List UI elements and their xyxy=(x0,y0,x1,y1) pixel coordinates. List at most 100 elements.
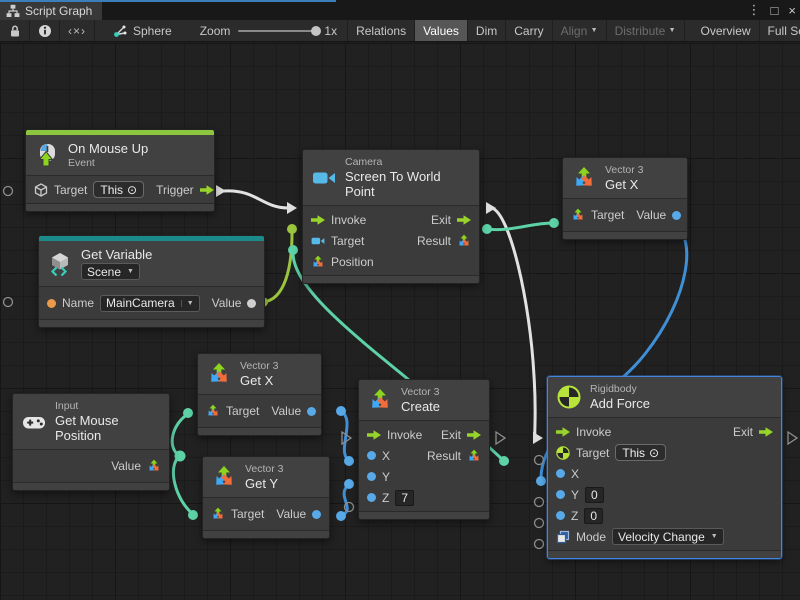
zoom-slider[interactable] xyxy=(238,30,316,32)
node-title: On Mouse Up xyxy=(68,141,148,156)
tab-script-graph[interactable]: Script Graph xyxy=(0,2,102,20)
value-port[interactable] xyxy=(307,407,316,416)
port-addforce-target-empty[interactable] xyxy=(535,456,544,465)
port-addforce-z-empty[interactable] xyxy=(535,519,544,528)
lock-button[interactable] xyxy=(0,20,30,41)
camera-icon xyxy=(312,166,336,190)
port-mouse-value-out[interactable] xyxy=(175,451,186,462)
relations-button[interactable]: Relations xyxy=(348,20,415,41)
y-port[interactable] xyxy=(367,472,376,481)
port-addforce-exit-empty[interactable] xyxy=(788,432,797,444)
wire-mouse-to-gety-target[interactable] xyxy=(173,456,193,514)
node-get-mouse-position[interactable]: Input Get Mouse Position Value xyxy=(12,393,170,491)
code-view-button[interactable]: ‹×› xyxy=(60,20,95,41)
vector3-port-icon[interactable] xyxy=(211,507,225,521)
invoke-port-icon[interactable] xyxy=(311,215,325,225)
node-vector3-get-x-top[interactable]: Vector 3 Get X Target Value xyxy=(562,157,688,240)
vector3-port-icon[interactable] xyxy=(147,459,161,473)
graph-breadcrumb[interactable]: Sphere xyxy=(103,20,182,41)
port-getxtop-target-in[interactable] xyxy=(549,218,559,228)
node-screen-to-world-point[interactable]: Camera Screen To World Point Invoke Exit… xyxy=(302,149,480,284)
port-camera-target-in[interactable] xyxy=(287,224,297,234)
port-mouseup-self-empty[interactable] xyxy=(4,187,13,196)
port-addforce-x-in[interactable] xyxy=(536,476,546,486)
graph-canvas[interactable]: On Mouse Up Event Target This ⊙ Trigger xyxy=(0,43,800,600)
x-port[interactable] xyxy=(367,451,376,460)
port-camera-exit-out[interactable] xyxy=(486,202,496,214)
z-value-field[interactable]: 0 xyxy=(584,508,603,524)
trigger-port-icon[interactable] xyxy=(200,185,214,195)
dim-button[interactable]: Dim xyxy=(468,20,506,41)
z-port[interactable] xyxy=(367,493,376,502)
port-create-exit-empty[interactable] xyxy=(496,432,505,444)
scope-label: Scene xyxy=(87,265,121,279)
node-add-force[interactable]: Rigidbody Add Force Invoke Exit Target T… xyxy=(547,376,782,559)
menu-icon[interactable]: ⋮ xyxy=(748,2,761,18)
align-button[interactable]: Align ▼ xyxy=(553,20,607,41)
target-this-chip[interactable]: This ⊙ xyxy=(615,444,666,461)
vector3-port-icon[interactable] xyxy=(571,208,585,222)
carry-button[interactable]: Carry xyxy=(506,20,552,41)
port-create-x-in[interactable] xyxy=(344,456,354,466)
value-port[interactable] xyxy=(312,510,321,519)
port-gety-value-out[interactable] xyxy=(336,511,346,521)
variable-scope-dropdown[interactable]: Scene ▼ xyxy=(81,263,140,280)
values-button[interactable]: Values xyxy=(415,20,468,41)
wire-mouse-to-getx-target[interactable] xyxy=(172,414,188,456)
self-target-icon: ⊙ xyxy=(127,183,137,197)
exit-port-icon[interactable] xyxy=(467,430,481,440)
port-create-y-in[interactable] xyxy=(344,479,354,489)
camera-port-icon[interactable] xyxy=(311,234,325,248)
port-variable-name-empty[interactable] xyxy=(4,298,13,307)
invoke-port-icon[interactable] xyxy=(367,430,381,440)
node-on-mouse-up[interactable]: On Mouse Up Event Target This ⊙ Trigger xyxy=(25,129,215,212)
variable-name-dropdown[interactable]: MainCamera ▼ xyxy=(100,295,200,312)
wire-trigger-to-invoke[interactable] xyxy=(224,191,288,208)
port-gety-target-in[interactable] xyxy=(188,510,198,520)
node-get-variable[interactable]: Get Variable Scene ▼ Name MainCamera xyxy=(38,235,265,328)
port-addforce-y-empty[interactable] xyxy=(535,498,544,507)
port-getx-value-out[interactable] xyxy=(336,406,346,416)
z-port[interactable] xyxy=(556,511,565,520)
x-port[interactable] xyxy=(556,469,565,478)
y-value-field[interactable]: 0 xyxy=(585,487,604,503)
vector3-port-icon[interactable] xyxy=(206,404,220,418)
wire-variable-to-camera-target[interactable] xyxy=(263,233,292,302)
name-port[interactable] xyxy=(47,299,56,308)
port-addforce-mode-empty[interactable] xyxy=(535,540,544,549)
close-icon[interactable]: × xyxy=(788,3,796,18)
zoom-slider-handle[interactable] xyxy=(311,26,321,36)
value-port[interactable] xyxy=(672,211,681,220)
mode-dropdown[interactable]: Velocity Change ▼ xyxy=(612,528,724,545)
port-getx-target-in[interactable] xyxy=(183,408,193,418)
vector3-icon xyxy=(368,388,392,412)
exit-port-icon[interactable] xyxy=(759,427,773,437)
wire-exit-to-addforce-invoke[interactable] xyxy=(492,208,536,438)
wire-result-to-getx-target[interactable] xyxy=(487,223,552,230)
node-vector3-get-y[interactable]: Vector 3 Get Y Target Value xyxy=(202,456,330,539)
inspect-button[interactable] xyxy=(30,20,60,41)
mode-icon[interactable] xyxy=(556,530,570,544)
value-port[interactable] xyxy=(247,299,256,308)
vector3-port-icon[interactable] xyxy=(457,234,471,248)
port-camera-result-out[interactable] xyxy=(482,224,492,234)
port-create-result-out[interactable] xyxy=(499,456,509,466)
vector3-port-icon[interactable] xyxy=(311,255,325,269)
vector3-port-icon[interactable] xyxy=(467,449,481,463)
target-this-chip[interactable]: This ⊙ xyxy=(93,181,144,198)
exit-port-icon[interactable] xyxy=(457,215,471,225)
overview-button[interactable]: Overview xyxy=(693,20,760,41)
z-value-field[interactable]: 7 xyxy=(395,490,414,506)
rigidbody-port-icon[interactable] xyxy=(556,446,570,460)
node-header: Vector 3 Get Y xyxy=(203,457,329,498)
node-vector3-get-x[interactable]: Vector 3 Get X Target Value xyxy=(197,353,322,436)
invoke-port-icon[interactable] xyxy=(556,427,570,437)
distribute-button[interactable]: Distribute ▼ xyxy=(607,20,685,41)
fullscreen-button[interactable]: Full Screen xyxy=(760,20,800,41)
maximize-icon[interactable]: □ xyxy=(771,3,779,18)
node-title: Get Variable xyxy=(81,247,152,262)
port-trigger-out[interactable] xyxy=(216,185,226,197)
y-port[interactable] xyxy=(556,490,565,499)
port-camera-position-in[interactable] xyxy=(288,245,298,255)
node-vector3-create[interactable]: Vector 3 Create Invoke Exit X Result xyxy=(358,379,490,520)
